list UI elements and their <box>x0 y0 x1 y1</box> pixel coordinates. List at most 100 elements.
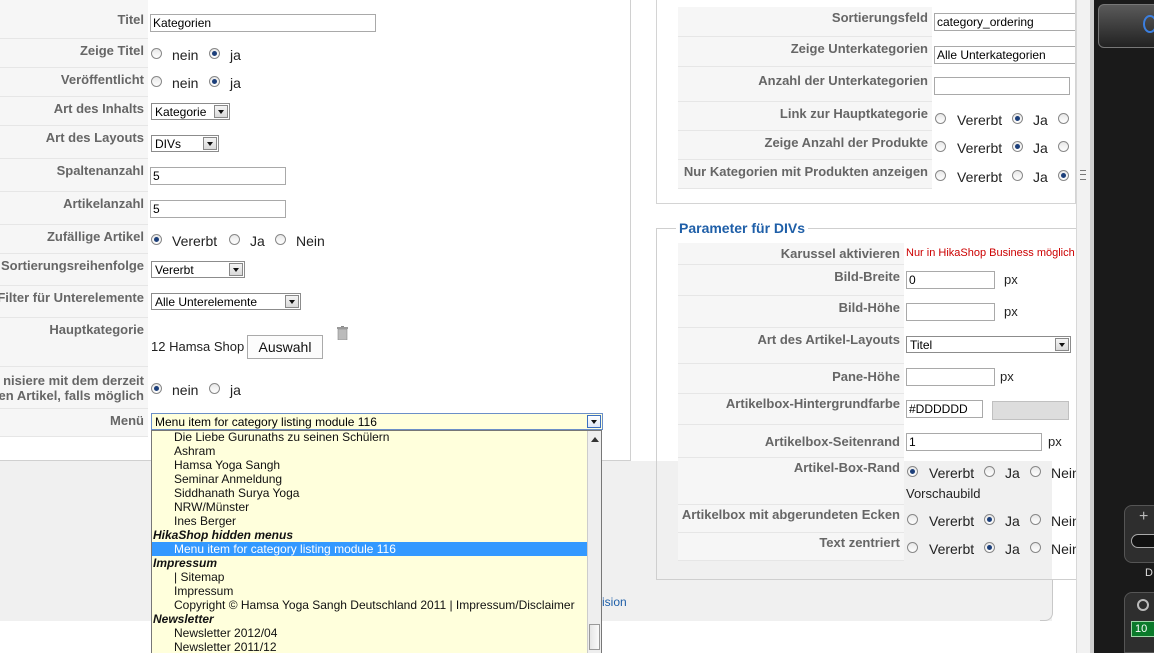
dropdown-option[interactable]: Copyright © Hamsa Yoga Sangh Deutschland… <box>152 598 587 612</box>
dropdown-option[interactable]: Siddhanath Surya Yoga <box>152 486 587 500</box>
pane-hoehe-input[interactable] <box>906 368 995 386</box>
dropdown-option[interactable]: Die Liebe Gurunaths zu seinen Schülern <box>152 431 587 444</box>
bild-breite-label: Bild-Breite <box>834 269 900 284</box>
filter-select[interactable]: Alle Unterelemente <box>151 293 301 310</box>
auswahl-button[interactable]: Auswahl <box>247 335 323 359</box>
zufaellige-vererbt-text: Vererbt <box>172 233 218 249</box>
dropdown-option[interactable]: NRW/Münster <box>152 500 587 514</box>
sortierungsfeld-input[interactable]: category_ordering <box>934 13 1075 31</box>
row-art-des-layouts: Art des Layouts <box>0 126 148 159</box>
seitenrand-input[interactable]: 1 <box>906 433 1042 451</box>
text-zentriert-label: Text zentriert <box>819 535 900 550</box>
row-seitenrand: Artikelbox-Seitenrand <box>678 425 904 458</box>
bild-hoehe-input[interactable] <box>906 303 995 321</box>
anzahl-unterkategorien-input[interactable] <box>934 77 1070 95</box>
zentriert-vererbt-text: Vererbt <box>929 541 975 557</box>
dropdown-option[interactable]: Newsletter 2011/12 <box>152 640 587 653</box>
side-toggle[interactable] <box>1131 534 1154 548</box>
veroeffentlicht-nein-radio[interactable] <box>151 76 162 87</box>
zentriert-ja-text: Ja <box>1005 541 1020 557</box>
color-swatch[interactable] <box>992 401 1069 420</box>
menu-select[interactable]: Menu item for category listing module 11… <box>151 413 603 430</box>
zufaellige-ja-radio[interactable] <box>229 234 240 245</box>
nur-kategorien-ja-radio[interactable] <box>1012 170 1023 181</box>
zeige-unterkategorien-select[interactable]: Alle Unterkategorien <box>934 46 1075 64</box>
artikel-layout-select[interactable]: Titel <box>906 336 1071 353</box>
link-haupt-vererbt-radio[interactable] <box>935 113 946 124</box>
dropdown-group-header: HikaShop hidden menus <box>153 528 294 542</box>
synchronisiere-nein-radio[interactable] <box>151 383 162 394</box>
counter-badge: 10 <box>1131 621 1154 637</box>
ecken-vererbt-text: Vererbt <box>929 513 975 529</box>
artikel-layout-label: Art des Artikel-Layouts <box>757 332 900 347</box>
hintergrundfarbe-label: Artikelbox-Hintergrundfarbe <box>725 396 900 411</box>
zentriert-vererbt-radio[interactable] <box>907 542 918 553</box>
art-des-layouts-label: Art des Layouts <box>45 130 144 145</box>
anzahl-produkte-nein-radio[interactable] <box>1058 141 1069 152</box>
nur-kategorien-label: Nur Kategorien mit Produkten anzeigen <box>683 164 928 179</box>
ecken-ja-radio[interactable] <box>984 514 995 525</box>
hintergrundfarbe-input[interactable]: #DDDDDD <box>906 400 983 418</box>
trash-icon[interactable] <box>337 326 348 341</box>
dropdown-option[interactable]: Hamsa Yoga Sangh <box>152 458 587 472</box>
dropdown-scrollbar[interactable] <box>587 431 601 653</box>
bild-hoehe-unit: px <box>1004 304 1018 319</box>
artikelanzahl-input[interactable]: 5 <box>150 200 286 218</box>
ecken-vererbt-radio[interactable] <box>907 514 918 525</box>
bild-breite-input[interactable]: 0 <box>906 271 995 289</box>
grip-line <box>1080 174 1086 175</box>
box-rand-nein-radio[interactable] <box>1030 466 1041 477</box>
zufaellige-vererbt-radio[interactable] <box>151 234 162 245</box>
titel-input[interactable]: Kategorien <box>150 14 376 32</box>
nur-kategorien-vererbt-radio[interactable] <box>935 170 946 181</box>
dark-side-panel: + D 10 <box>1094 0 1154 653</box>
side-card-upper[interactable]: + <box>1124 505 1154 563</box>
spaltenanzahl-input[interactable]: 5 <box>150 167 286 185</box>
menu-dropdown-list[interactable]: Die Liebe Gurunaths zu seinen Schülern As… <box>151 430 602 653</box>
spaltenanzahl-label: Spaltenanzahl <box>56 163 144 178</box>
dropdown-option[interactable]: Ines Berger <box>152 514 587 528</box>
art-des-layouts-select[interactable]: DIVs <box>151 135 219 152</box>
zufaellige-nein-radio[interactable] <box>275 234 286 245</box>
dropdown-option[interactable]: Seminar Anmeldung <box>152 472 587 486</box>
chevron-down-icon <box>587 415 601 428</box>
splitter-bar[interactable] <box>1076 0 1090 653</box>
row-box-rand: Artikel-Box-Rand <box>678 458 904 505</box>
ecken-nein-radio[interactable] <box>1030 514 1041 525</box>
link-haupt-ja-radio[interactable] <box>1012 113 1023 124</box>
dropdown-option[interactable]: Impressum <box>152 584 587 598</box>
veroeffentlicht-ja-text: ja <box>230 75 241 91</box>
zeige-titel-label: Zeige Titel <box>79 43 144 58</box>
row-artikel-layout: Art des Artikel-Layouts <box>678 328 904 364</box>
nur-kategorien-nein-radio[interactable] <box>1058 170 1069 181</box>
nur-kategorien-vererbt-text: Vererbt <box>957 169 1003 185</box>
side-panel-button[interactable] <box>1098 4 1154 48</box>
side-card-lower[interactable]: 10 <box>1124 592 1154 653</box>
art-des-inhalts-select[interactable]: Kategorie <box>151 103 230 120</box>
bild-hoehe-label: Bild-Höhe <box>838 300 900 315</box>
dropdown-option[interactable]: Newsletter 2012/04 <box>152 626 587 640</box>
anzahl-produkte-ja-radio[interactable] <box>1012 141 1023 152</box>
box-rand-nein-text: Nein <box>1051 465 1077 481</box>
scroll-up-arrow-icon[interactable] <box>591 437 599 442</box>
row-zeige-titel: Zeige Titel <box>0 39 148 68</box>
zentriert-ja-radio[interactable] <box>984 542 995 553</box>
zeige-titel-nein-radio[interactable] <box>151 48 162 59</box>
sortierungsreihenfolge-select[interactable]: Vererbt <box>151 261 245 278</box>
box-rand-vererbt-radio[interactable] <box>907 466 918 477</box>
anzahl-produkte-vererbt-radio[interactable] <box>935 141 946 152</box>
row-veroeffentlicht: Veröffentlicht <box>0 68 148 97</box>
zentriert-nein-radio[interactable] <box>1030 542 1041 553</box>
hauptkategorie-label: Hauptkategorie <box>49 322 144 337</box>
partial-link[interactable]: ision <box>602 595 627 609</box>
scrollbar-thumb[interactable] <box>589 624 600 650</box>
dropdown-option[interactable]: | Sitemap <box>152 570 587 584</box>
dropdown-selected-option[interactable]: Menu item for category listing module 11… <box>152 542 587 556</box>
dropdown-group-header: Newsletter <box>153 612 214 626</box>
synchronisiere-ja-radio[interactable] <box>209 383 220 394</box>
link-haupt-nein-radio[interactable] <box>1058 113 1069 124</box>
zeige-titel-ja-radio[interactable] <box>209 48 220 59</box>
box-rand-ja-radio[interactable] <box>984 466 995 477</box>
veroeffentlicht-ja-radio[interactable] <box>209 76 220 87</box>
dropdown-option[interactable]: Ashram <box>152 444 587 458</box>
